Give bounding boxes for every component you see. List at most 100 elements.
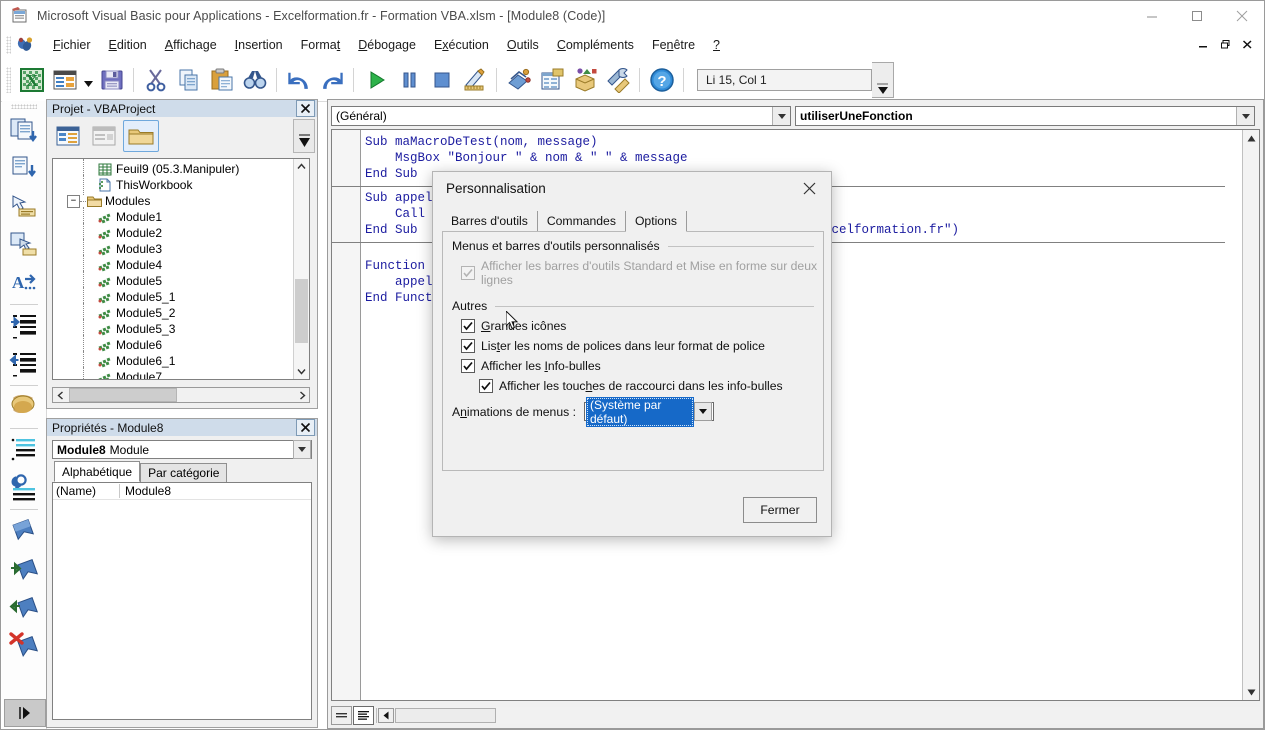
properties-object-combo[interactable]: Module8 Module — [52, 440, 312, 459]
design-mode-icon[interactable] — [458, 63, 491, 96]
quick-info-icon[interactable] — [6, 188, 42, 226]
scroll-down-icon[interactable] — [1243, 684, 1259, 700]
tab-commandes[interactable]: Commandes — [538, 211, 626, 231]
code-block-3[interactable]: Function appel End Funct — [365, 258, 433, 306]
parameter-info-icon[interactable] — [6, 226, 42, 264]
tree-item-module1[interactable]: Module1 — [53, 207, 309, 227]
tree-item-module3[interactable]: Module3 — [53, 239, 309, 259]
copy-icon[interactable] — [172, 63, 205, 96]
chevron-down-icon[interactable] — [1236, 107, 1254, 125]
list-properties-methods-icon[interactable] — [6, 112, 42, 150]
toggle-folders-icon[interactable] — [123, 120, 159, 152]
scroll-left-icon[interactable] — [378, 708, 394, 723]
mdi-minimize-button[interactable] — [1192, 35, 1214, 55]
project-explorer-icon[interactable] — [502, 63, 535, 96]
checkbox-touches-raccourci[interactable] — [479, 379, 493, 393]
toolbox-icon[interactable] — [601, 63, 634, 96]
chevron-down-icon[interactable] — [693, 402, 712, 421]
menu-item-debogage[interactable]: Débogage — [349, 35, 425, 55]
tree-expander-icon[interactable]: − — [67, 194, 80, 208]
properties-close-icon[interactable] — [296, 419, 315, 436]
menu-item-format[interactable]: Format — [292, 35, 350, 55]
edit-toolbar-grip[interactable] — [11, 104, 37, 109]
tree-item-modules-folder[interactable]: − Modules — [53, 193, 309, 209]
code-hscrollbar-thumb[interactable] — [395, 708, 496, 723]
code-margin-indicator-bar[interactable] — [332, 130, 361, 700]
stop-icon[interactable] — [425, 63, 458, 96]
object-browser-icon[interactable] — [568, 63, 601, 96]
tab-alphabetique[interactable]: Alphabétique — [54, 461, 141, 482]
chevron-down-icon[interactable] — [293, 440, 311, 459]
menu-item-aide[interactable]: ? — [704, 35, 729, 55]
insert-dropdown-icon[interactable] — [81, 63, 95, 96]
procedure-combo[interactable]: utiliserUneFonction — [795, 106, 1255, 126]
save-icon[interactable] — [95, 63, 128, 96]
complete-word-icon[interactable]: A — [6, 264, 42, 302]
view-code-icon[interactable] — [51, 121, 85, 151]
tab-par-categorie[interactable]: Par catégorie — [140, 463, 228, 482]
checkbox-row-grandes-icones[interactable]: Grandes icônes — [461, 319, 823, 333]
view-excel-icon[interactable]: X — [15, 63, 48, 96]
scroll-up-icon[interactable] — [1243, 130, 1259, 146]
mdi-restore-button[interactable] — [1214, 35, 1236, 55]
procedure-view-icon[interactable] — [331, 706, 352, 725]
checkbox-lister-polices[interactable] — [461, 339, 475, 353]
edit-toolbar-overflow-button[interactable] — [4, 699, 46, 727]
code-block-2[interactable]: Sub appel Call End Sub — [365, 190, 433, 238]
next-bookmark-icon[interactable] — [6, 550, 42, 588]
tree-item-module5[interactable]: Module5 — [53, 271, 309, 291]
checkbox-row-touches-raccourci[interactable]: Afficher les touches de raccourci dans l… — [479, 379, 823, 393]
tree-item-module2[interactable]: Module2 — [53, 223, 309, 243]
animations-combo[interactable]: (Système par défaut) — [584, 396, 714, 427]
outdent-icon[interactable] — [6, 345, 42, 383]
full-module-view-icon[interactable] — [353, 706, 374, 725]
checkbox-grandes-icones[interactable] — [461, 319, 475, 333]
code-fragment-right[interactable]: xcelformation.fr") — [824, 222, 959, 238]
indent-icon[interactable] — [6, 307, 42, 345]
toggle-breakpoint-icon[interactable] — [6, 388, 42, 426]
tree-item-module5-2[interactable]: Module5_2 — [53, 303, 309, 323]
scroll-up-icon[interactable] — [294, 159, 309, 174]
toolbar-grip-handle[interactable] — [6, 66, 11, 93]
minimize-button[interactable] — [1129, 1, 1174, 31]
hscrollbar-thumb[interactable] — [69, 388, 177, 402]
checkbox-row-lister-polices[interactable]: Lister les noms de polices dans leur for… — [461, 339, 823, 353]
tree-item-module7[interactable]: Module7 — [53, 367, 309, 379]
menu-item-complements[interactable]: Compléments — [548, 35, 643, 55]
clear-all-bookmarks-icon[interactable] — [6, 626, 42, 664]
cut-icon[interactable] — [139, 63, 172, 96]
menu-item-fenetre[interactable]: Fenêtre — [643, 35, 704, 55]
tree-item-thisworkbook[interactable]: ThisWorkbook — [53, 175, 309, 195]
mdi-close-button[interactable] — [1236, 35, 1258, 55]
scrollbar-thumb[interactable] — [295, 279, 308, 343]
dialog-close-icon[interactable] — [787, 172, 831, 204]
paste-icon[interactable] — [205, 63, 238, 96]
toggle-bookmark-icon[interactable] — [6, 512, 42, 550]
menu-grip-handle[interactable] — [6, 35, 11, 54]
uncomment-block-icon[interactable] — [6, 469, 42, 507]
checkbox-info-bulles[interactable] — [461, 359, 475, 373]
properties-grid[interactable]: (Name) Module8 — [52, 482, 312, 720]
comment-block-icon[interactable] — [6, 431, 42, 469]
toolbar-overflow-button[interactable] — [872, 61, 894, 98]
undo-icon[interactable] — [282, 63, 315, 96]
run-icon[interactable] — [359, 63, 392, 96]
tab-barres-doutils[interactable]: Barres d'outils — [442, 211, 538, 231]
view-object-icon[interactable] — [87, 121, 121, 151]
fermer-button[interactable]: Fermer — [743, 497, 817, 523]
menu-item-insertion[interactable]: Insertion — [226, 35, 292, 55]
previous-bookmark-icon[interactable] — [6, 588, 42, 626]
property-value[interactable]: Module8 — [120, 484, 171, 498]
menu-item-affichage[interactable]: Affichage — [156, 35, 226, 55]
project-explorer-scroll-down-button[interactable] — [293, 119, 315, 153]
property-row[interactable]: (Name) Module8 — [53, 483, 311, 500]
find-icon[interactable] — [238, 63, 271, 96]
code-vertical-scrollbar[interactable] — [1242, 130, 1259, 700]
properties-window-icon[interactable] — [535, 63, 568, 96]
close-button[interactable] — [1219, 1, 1264, 31]
project-tree-horizontal-scrollbar[interactable] — [52, 387, 310, 403]
scroll-down-icon[interactable] — [294, 364, 309, 379]
scroll-right-icon[interactable] — [295, 388, 309, 402]
list-constants-icon[interactable] — [6, 150, 42, 188]
project-tree[interactable]: Feuil9 (05.3.Manipuler) ThisWorkbook − M… — [52, 158, 310, 380]
